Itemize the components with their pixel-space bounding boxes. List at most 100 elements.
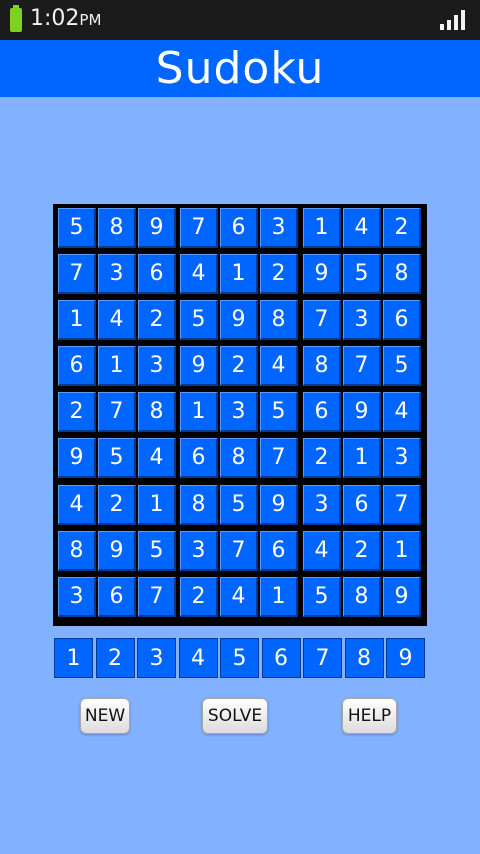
- new-button[interactable]: NEW: [80, 698, 130, 734]
- board-cell[interactable]: 4: [383, 392, 421, 432]
- board-cell[interactable]: 5: [383, 346, 421, 386]
- board-cell[interactable]: 5: [138, 531, 176, 571]
- number-pad: 123456789: [54, 638, 426, 678]
- board-cell[interactable]: 8: [58, 531, 96, 571]
- board-cell[interactable]: 7: [383, 485, 421, 525]
- board-cell[interactable]: 1: [98, 346, 136, 386]
- board-cell[interactable]: 1: [343, 438, 381, 478]
- board-cell[interactable]: 8: [220, 438, 258, 478]
- board-cell[interactable]: 8: [303, 346, 341, 386]
- board-cell[interactable]: 5: [260, 392, 298, 432]
- board-cell[interactable]: 8: [383, 254, 421, 294]
- board-cell[interactable]: 2: [343, 531, 381, 571]
- sudoku-board: 5897631427364129581425987366139248752781…: [53, 204, 427, 626]
- board-cell[interactable]: 1: [138, 485, 176, 525]
- board-cell[interactable]: 4: [180, 254, 218, 294]
- board-cell[interactable]: 1: [220, 254, 258, 294]
- app-title-bar: Sudoku: [0, 40, 480, 97]
- board-cell[interactable]: 6: [138, 254, 176, 294]
- board-cell[interactable]: 7: [58, 254, 96, 294]
- board-cell[interactable]: 3: [260, 208, 298, 248]
- number-key[interactable]: 4: [178, 638, 218, 678]
- board-cell[interactable]: 7: [303, 300, 341, 340]
- board-cell[interactable]: 4: [220, 577, 258, 617]
- number-key[interactable]: 8: [344, 638, 384, 678]
- board-cell[interactable]: 2: [58, 392, 96, 432]
- board-cell[interactable]: 9: [180, 346, 218, 386]
- board-cell[interactable]: 2: [138, 300, 176, 340]
- board-cell[interactable]: 4: [98, 300, 136, 340]
- board-cell[interactable]: 8: [98, 208, 136, 248]
- number-key[interactable]: 7: [303, 638, 342, 678]
- board-cell[interactable]: 3: [138, 346, 176, 386]
- board-cell[interactable]: 9: [383, 577, 421, 617]
- board-cell[interactable]: 6: [303, 392, 341, 432]
- board-cell[interactable]: 6: [180, 438, 218, 478]
- board-cell[interactable]: 4: [343, 208, 381, 248]
- board-cell[interactable]: 1: [260, 577, 298, 617]
- board-cell[interactable]: 3: [343, 300, 381, 340]
- number-key[interactable]: 3: [137, 638, 176, 678]
- solve-button[interactable]: SOLVE: [202, 698, 268, 734]
- board-cell[interactable]: 5: [220, 485, 258, 525]
- board-cell[interactable]: 6: [343, 485, 381, 525]
- board-cell[interactable]: 3: [180, 531, 218, 571]
- board-cell[interactable]: 3: [303, 485, 341, 525]
- board-cell[interactable]: 1: [180, 392, 218, 432]
- board-cell[interactable]: 4: [138, 438, 176, 478]
- board-cell[interactable]: 5: [303, 577, 341, 617]
- board-cell[interactable]: 8: [343, 577, 381, 617]
- board-cell[interactable]: 8: [260, 300, 298, 340]
- board-cell[interactable]: 9: [303, 254, 341, 294]
- board-cell[interactable]: 4: [303, 531, 341, 571]
- board-cell[interactable]: 3: [58, 577, 96, 617]
- clock-time: 1:02: [30, 6, 80, 31]
- board-cell[interactable]: 3: [220, 392, 258, 432]
- app-title: Sudoku: [155, 43, 325, 94]
- board-cell[interactable]: 5: [58, 208, 96, 248]
- number-key[interactable]: 6: [261, 638, 301, 678]
- board-cell[interactable]: 9: [343, 392, 381, 432]
- board-cell[interactable]: 2: [180, 577, 218, 617]
- board-cell[interactable]: 8: [138, 392, 176, 432]
- board-cell[interactable]: 2: [383, 208, 421, 248]
- board-cell[interactable]: 3: [98, 254, 136, 294]
- number-key[interactable]: 2: [95, 638, 135, 678]
- board-cell[interactable]: 1: [383, 531, 421, 571]
- board-cell[interactable]: 6: [383, 300, 421, 340]
- board-cell[interactable]: 6: [98, 577, 136, 617]
- signal-icon: [440, 10, 466, 30]
- board-cell[interactable]: 9: [138, 208, 176, 248]
- board-cell[interactable]: 9: [220, 300, 258, 340]
- number-key[interactable]: 1: [54, 638, 93, 678]
- board-cell[interactable]: 7: [98, 392, 136, 432]
- help-button[interactable]: HELP: [342, 698, 397, 734]
- board-cell[interactable]: 7: [180, 208, 218, 248]
- board-cell[interactable]: 3: [383, 438, 421, 478]
- board-cell[interactable]: 1: [58, 300, 96, 340]
- board-cell[interactable]: 4: [58, 485, 96, 525]
- board-cell[interactable]: 7: [138, 577, 176, 617]
- board-cell[interactable]: 9: [98, 531, 136, 571]
- board-cell[interactable]: 6: [220, 208, 258, 248]
- number-key[interactable]: 5: [220, 638, 259, 678]
- number-key[interactable]: 9: [386, 638, 425, 678]
- board-cell[interactable]: 5: [98, 438, 136, 478]
- board-cell[interactable]: 7: [343, 346, 381, 386]
- board-cell[interactable]: 5: [180, 300, 218, 340]
- board-cell[interactable]: 2: [220, 346, 258, 386]
- board-cell[interactable]: 5: [343, 254, 381, 294]
- board-cell[interactable]: 6: [58, 346, 96, 386]
- board-cell[interactable]: 2: [98, 485, 136, 525]
- board-cell[interactable]: 4: [260, 346, 298, 386]
- board-cell[interactable]: 9: [58, 438, 96, 478]
- board-cell[interactable]: 8: [180, 485, 218, 525]
- board-cell[interactable]: 6: [260, 531, 298, 571]
- board-cell[interactable]: 2: [260, 254, 298, 294]
- board-cell[interactable]: 7: [260, 438, 298, 478]
- board-cell[interactable]: 7: [220, 531, 258, 571]
- board-cell[interactable]: 1: [303, 208, 341, 248]
- board-cell[interactable]: 2: [303, 438, 341, 478]
- board-cell[interactable]: 9: [260, 485, 298, 525]
- battery-icon: [10, 5, 22, 32]
